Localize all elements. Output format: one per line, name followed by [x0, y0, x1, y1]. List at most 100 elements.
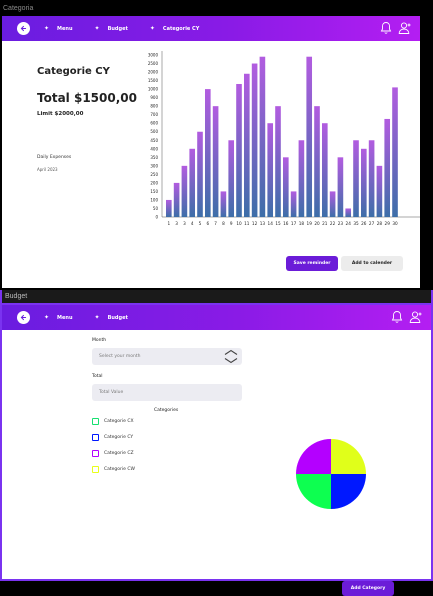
page-title: Categorie CY: [37, 66, 110, 77]
bar: [322, 123, 328, 217]
x-tick-label: 8: [222, 221, 225, 226]
category-pie-chart: [296, 439, 366, 509]
add-to-calendar-button[interactable]: Add to calender: [341, 256, 403, 271]
y-tick-label: 400: [150, 146, 158, 151]
nav-item-label: Budget: [107, 314, 128, 321]
x-tick-label: 17: [291, 221, 297, 226]
bar: [189, 148, 196, 217]
bar: [368, 140, 375, 217]
star-icon: ✦: [44, 314, 50, 321]
checkbox[interactable]: [92, 466, 99, 473]
back-arrow-icon: [20, 25, 27, 32]
checkbox[interactable]: [92, 418, 99, 425]
bar: [197, 131, 203, 217]
total-input[interactable]: Total Value: [92, 384, 242, 401]
x-tick-label: 10: [236, 221, 242, 226]
y-tick-label: 1500: [148, 78, 159, 83]
x-tick-label: 13: [260, 221, 266, 226]
back-button[interactable]: [17, 311, 30, 324]
y-tick-label: 350: [150, 155, 158, 160]
add-category-button[interactable]: Add Category: [342, 581, 394, 596]
total-value: $1500,00: [73, 91, 137, 105]
daily-expenses-date: April 2023: [37, 167, 58, 172]
categoria-window: Categoria ✦ Menu ✦ Budget ✦ Categorie CY…: [0, 0, 433, 288]
x-tick-label: 22: [330, 221, 336, 226]
month-placeholder: Select your month: [99, 354, 141, 359]
chevron-updown-icon[interactable]: [222, 348, 240, 365]
bar: [392, 87, 398, 218]
nav-actions: [391, 310, 423, 324]
add-user-icon[interactable]: [398, 21, 412, 35]
total-label: Total: [37, 91, 70, 105]
nav-item-menu[interactable]: ✦ Menu: [44, 25, 73, 32]
bar: [384, 118, 391, 217]
bar: [337, 157, 344, 217]
top-navbar: ✦ Menu ✦ Budget ✦ Categorie CY: [2, 16, 420, 41]
category-detail-panel: Categorie CY Total $1500,00 Limit $2000,…: [2, 41, 420, 288]
y-tick-label: 500: [150, 129, 158, 134]
category-item[interactable]: Categorie CZ: [92, 450, 134, 457]
y-tick-label: 150: [150, 189, 158, 194]
category-item[interactable]: Categorie CX: [92, 418, 134, 425]
total-placeholder: Total Value: [99, 390, 124, 395]
checkbox[interactable]: [92, 450, 99, 457]
y-tick-label: 800: [150, 104, 158, 109]
x-tick-label: 11: [244, 221, 250, 226]
bar: [376, 165, 383, 217]
pie-slice: [331, 439, 366, 474]
x-tick-label: 16: [283, 221, 289, 226]
category-item[interactable]: Categorie CY: [92, 434, 133, 441]
nav-item-label: Budget: [107, 25, 128, 32]
x-tick-label: 5: [199, 221, 202, 226]
x-tick-label: 3: [175, 221, 178, 226]
back-button[interactable]: [17, 22, 30, 35]
y-tick-label: 450: [150, 138, 158, 143]
star-icon: ✦: [94, 25, 100, 32]
y-tick-label: 200: [150, 180, 158, 185]
nav-actions: [380, 21, 412, 35]
nav-item-budget[interactable]: ✦ Budget: [95, 25, 128, 32]
y-tick-label: 600: [150, 121, 158, 126]
nav-item-budget[interactable]: ✦ Budget: [95, 314, 128, 321]
bar: [181, 165, 188, 217]
y-tick-label: 0: [155, 215, 158, 220]
nav-item-label: Menu: [57, 25, 73, 32]
y-tick-label: 100: [150, 197, 158, 202]
y-tick-label: 250: [150, 172, 158, 177]
bar: [345, 208, 352, 217]
x-tick-label: 24: [346, 221, 352, 226]
save-reminder-button[interactable]: Save reminder: [286, 256, 338, 271]
bar: [173, 182, 180, 217]
category-item[interactable]: Categorie CW: [92, 466, 135, 473]
star-icon: ✦: [149, 25, 155, 32]
checkbox[interactable]: [92, 434, 99, 441]
bar: [329, 191, 336, 217]
limit-text: Limit $2000,00: [37, 111, 84, 117]
bar: [212, 106, 219, 217]
budget-window: Budget ✦ Menu ✦ Budget Month Select your…: [0, 290, 433, 596]
add-user-icon[interactable]: [409, 310, 423, 324]
bar: [244, 73, 250, 217]
bar: [267, 123, 274, 217]
bar: [361, 148, 367, 217]
bar: [275, 106, 281, 217]
month-select[interactable]: Select your month: [92, 348, 242, 365]
bar: [283, 157, 289, 217]
category-label: Categorie CY: [104, 435, 134, 440]
nav-item-label: Categorie CY: [162, 25, 200, 32]
x-tick-label: 20: [314, 221, 320, 226]
bar: [353, 140, 359, 217]
daily-expenses-bar-chart: 0 50 100 150 200 250 300 350 400 450 500 600 700 800 9…: [148, 51, 420, 226]
category-label: Categorie CX: [104, 419, 134, 424]
star-icon: ✦: [94, 314, 100, 321]
nav-item-categorie-cy[interactable]: ✦ Categorie CY: [150, 25, 199, 32]
x-tick-label: 18: [299, 221, 305, 226]
x-tick-label: 4: [191, 221, 194, 226]
bar: [205, 89, 211, 217]
pie-slice: [331, 474, 366, 509]
bell-icon[interactable]: [380, 21, 392, 35]
nav-item-menu[interactable]: ✦ Menu: [44, 314, 73, 321]
bell-icon[interactable]: [391, 310, 403, 324]
bar: [236, 83, 242, 217]
x-tick-label: 23: [338, 221, 344, 226]
